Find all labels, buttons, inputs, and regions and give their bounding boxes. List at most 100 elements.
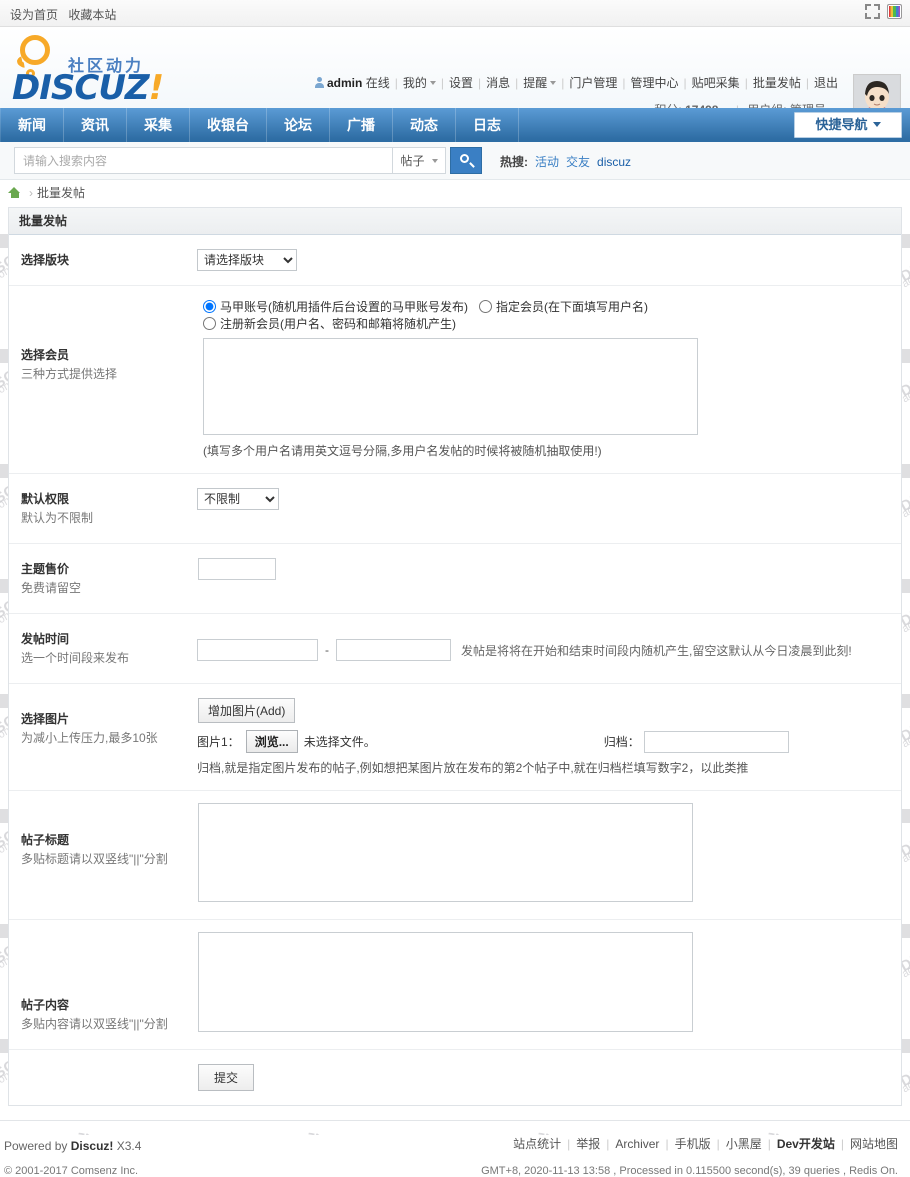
discuz-logo[interactable]: 社区动力 DISCUZ! bbox=[10, 32, 250, 108]
post-title-textarea[interactable] bbox=[198, 803, 693, 902]
search-type-selector[interactable]: 帖子 bbox=[392, 147, 446, 174]
top-strip: 设为首页 收藏本站 bbox=[0, 0, 910, 27]
form-label-member: 选择会员 三种方式提供选择 bbox=[9, 286, 189, 473]
radio-specified-input[interactable] bbox=[479, 300, 492, 313]
menu-settings[interactable]: 设置 bbox=[449, 76, 473, 90]
form-field-member: 马甲账号(随机用插件后台设置的马甲账号发布) 指定会员(在下面填写用户名) 注册新会… bbox=[189, 286, 901, 473]
hot-keyword-discuz[interactable]: discuz bbox=[597, 155, 631, 169]
menu-tieba-collect[interactable]: 贴吧采集 bbox=[692, 76, 740, 90]
nav-item-broadcast[interactable]: 广播 bbox=[330, 108, 393, 142]
search-button[interactable] bbox=[450, 147, 482, 174]
form-row-posttime: 发帖时间 选一个时间段来发布 - 发帖是将将在开始和结束时间段内随机产生,留空这… bbox=[9, 614, 901, 684]
radio-newuser-input[interactable] bbox=[203, 317, 216, 330]
browse-button[interactable]: 浏览... bbox=[245, 730, 298, 753]
footer-link-mobile[interactable]: 手机版 bbox=[675, 1137, 711, 1151]
username[interactable]: admin bbox=[327, 76, 362, 90]
archive-input[interactable] bbox=[643, 730, 789, 753]
member-hint: (填写多个用户名请用英文逗号分隔,多用户名发帖的时候将被随机抽取使用!) bbox=[203, 444, 602, 458]
footer-link-blackhouse[interactable]: 小黑屋 bbox=[726, 1137, 762, 1151]
form-label-submit bbox=[9, 1050, 189, 1105]
quick-nav-button[interactable]: 快捷导航 bbox=[794, 112, 902, 138]
nav-item-info[interactable]: 资讯 bbox=[64, 108, 127, 142]
form-field-forum: 请选择版块 bbox=[189, 235, 901, 285]
powered-brand[interactable]: Discuz! bbox=[71, 1139, 114, 1153]
form-field-permission: 不限制 bbox=[189, 474, 901, 543]
hot-keyword-friends[interactable]: 交友 bbox=[566, 155, 590, 169]
image-index-label: 图片1： bbox=[197, 735, 240, 749]
form-label-posttime: 发帖时间 选一个时间段来发布 bbox=[9, 614, 189, 683]
add-image-button[interactable]: 增加图片(Add) bbox=[198, 698, 296, 723]
form-row-content: 帖子内容 多贴内容请以双竖线"||"分割 bbox=[9, 920, 901, 1050]
hot-keyword-activity[interactable]: 活动 bbox=[535, 155, 559, 169]
switch-layout-icon[interactable] bbox=[865, 4, 880, 19]
nav-item-forum[interactable]: 论坛 bbox=[267, 108, 330, 142]
nav-list: 新闻 资讯 采集 收银台 论坛 广播 动态 日志 bbox=[0, 108, 910, 142]
menu-portal-manage[interactable]: 门户管理 bbox=[569, 76, 617, 90]
posttime-end-input[interactable] bbox=[336, 639, 451, 661]
radio-option-puppet[interactable]: 马甲账号(随机用插件后台设置的马甲账号发布) bbox=[203, 300, 468, 314]
member-username-textarea[interactable] bbox=[203, 338, 698, 435]
form-label-images: 选择图片 为减小上传压力,最多10张 bbox=[9, 684, 189, 790]
post-content-textarea[interactable] bbox=[198, 932, 693, 1032]
images-hint: 归档,就是指定图片发布的帖子,例如想把某图片放在发布的第2个帖子中,就在归档栏填… bbox=[197, 761, 749, 775]
label-sub: 选一个时间段来发布 bbox=[21, 651, 130, 665]
footer-link-dev[interactable]: Dev开发站 bbox=[777, 1137, 835, 1151]
breadcrumb-current: 批量发帖 bbox=[37, 186, 86, 200]
label-sub: 多贴内容请以双竖线"||"分割 bbox=[21, 1017, 168, 1031]
hot-search-label: 热搜: bbox=[500, 155, 528, 169]
nav-item-blog[interactable]: 日志 bbox=[456, 108, 519, 142]
menu-admin-center[interactable]: 管理中心 bbox=[631, 76, 679, 90]
site-footer: Powered by Discuz! X3.4 © 2001-2017 Coms… bbox=[0, 1120, 910, 1177]
member-radio-group: 马甲账号(随机用插件后台设置的马甲账号发布) 指定会员(在下面填写用户名) 注册新会… bbox=[197, 298, 891, 332]
radio-option-newuser[interactable]: 注册新会员(用户名、密码和邮箱将随机产生) bbox=[203, 317, 456, 331]
price-input[interactable] bbox=[198, 558, 276, 580]
footer-link-stats[interactable]: 站点统计 bbox=[513, 1137, 561, 1151]
search-bar: 帖子 热搜: 活动交友 discuz bbox=[0, 142, 910, 180]
nav-item-activity[interactable]: 动态 bbox=[393, 108, 456, 142]
radio-option-specified[interactable]: 指定会员(在下面填写用户名) bbox=[479, 300, 648, 314]
form-label-forum: 选择版块 bbox=[9, 235, 189, 285]
posttime-start-input[interactable] bbox=[197, 639, 318, 661]
form-field-submit: 提交 bbox=[189, 1050, 901, 1105]
label-sub: 默认为不限制 bbox=[21, 511, 94, 525]
search-input[interactable] bbox=[14, 147, 392, 174]
menu-batch-post[interactable]: 批量发帖 bbox=[753, 76, 801, 90]
form-field-content bbox=[189, 920, 901, 1049]
forum-select[interactable]: 请选择版块 bbox=[197, 249, 297, 271]
form-row-permission: 默认权限 默认为不限制 不限制 bbox=[9, 474, 901, 544]
footer-link-sitemap[interactable]: 网站地图 bbox=[850, 1137, 898, 1151]
submit-button[interactable]: 提交 bbox=[198, 1064, 255, 1091]
radio-puppet-input[interactable] bbox=[203, 300, 216, 313]
permission-select[interactable]: 不限制 bbox=[197, 488, 279, 510]
form-row-submit: 提交 bbox=[9, 1050, 901, 1105]
panel-title: 批量发帖 bbox=[9, 208, 901, 235]
color-palette-icon[interactable] bbox=[887, 4, 902, 19]
nav-item-cashier[interactable]: 收银台 bbox=[190, 108, 267, 142]
form-label-content: 帖子内容 多贴内容请以双竖线"||"分割 bbox=[9, 920, 189, 1049]
nav-item-collect[interactable]: 采集 bbox=[127, 108, 190, 142]
menu-messages[interactable]: 消息 bbox=[486, 76, 510, 90]
bookmark-site-link[interactable]: 收藏本站 bbox=[68, 8, 116, 22]
menu-my[interactable]: 我的 bbox=[403, 76, 427, 90]
nav-item-news[interactable]: 新闻 bbox=[0, 108, 64, 142]
menu-logout[interactable]: 退出 bbox=[814, 76, 838, 90]
form-row-member: 选择会员 三种方式提供选择 马甲账号(随机用插件后台设置的马甲账号发布) 指定会员… bbox=[9, 286, 901, 474]
site-header: 社区动力 DISCUZ! admin 在线 | 我的 | 设置 | 消息 | 提醒 | 门户管理 | 管… bbox=[0, 27, 910, 122]
label-title: 选择版块 bbox=[21, 253, 70, 267]
form-label-price: 主题售价 免费请留空 bbox=[9, 544, 189, 613]
footer-left: Powered by Discuz! X3.4 © 2001-2017 Coms… bbox=[4, 1139, 141, 1177]
radio-specified-label: 指定会员(在下面填写用户名) bbox=[496, 300, 648, 314]
home-icon[interactable] bbox=[8, 187, 21, 198]
breadcrumb-separator: › bbox=[29, 186, 33, 200]
logo-text: DISCUZ bbox=[12, 68, 150, 108]
menu-notices[interactable]: 提醒 bbox=[523, 76, 547, 90]
footer-link-archiver[interactable]: Archiver bbox=[615, 1137, 659, 1151]
image-file-row: 图片1： 浏览... 未选择文件。 归档： bbox=[197, 730, 891, 753]
form-field-price bbox=[189, 544, 901, 613]
footer-links: 站点统计 | 举报 | Archiver | 手机版 | 小黑屋 | Dev开发站 | 网站地图 bbox=[513, 1137, 898, 1151]
set-homepage-link[interactable]: 设为首页 bbox=[10, 8, 58, 22]
label-title: 帖子内容 bbox=[21, 998, 70, 1012]
form-row-title: 帖子标题 多贴标题请以双竖线"||"分割 bbox=[9, 791, 901, 920]
footer-copyright: © 2001-2017 Comsenz Inc. bbox=[4, 1165, 139, 1177]
footer-link-report[interactable]: 举报 bbox=[576, 1137, 600, 1151]
